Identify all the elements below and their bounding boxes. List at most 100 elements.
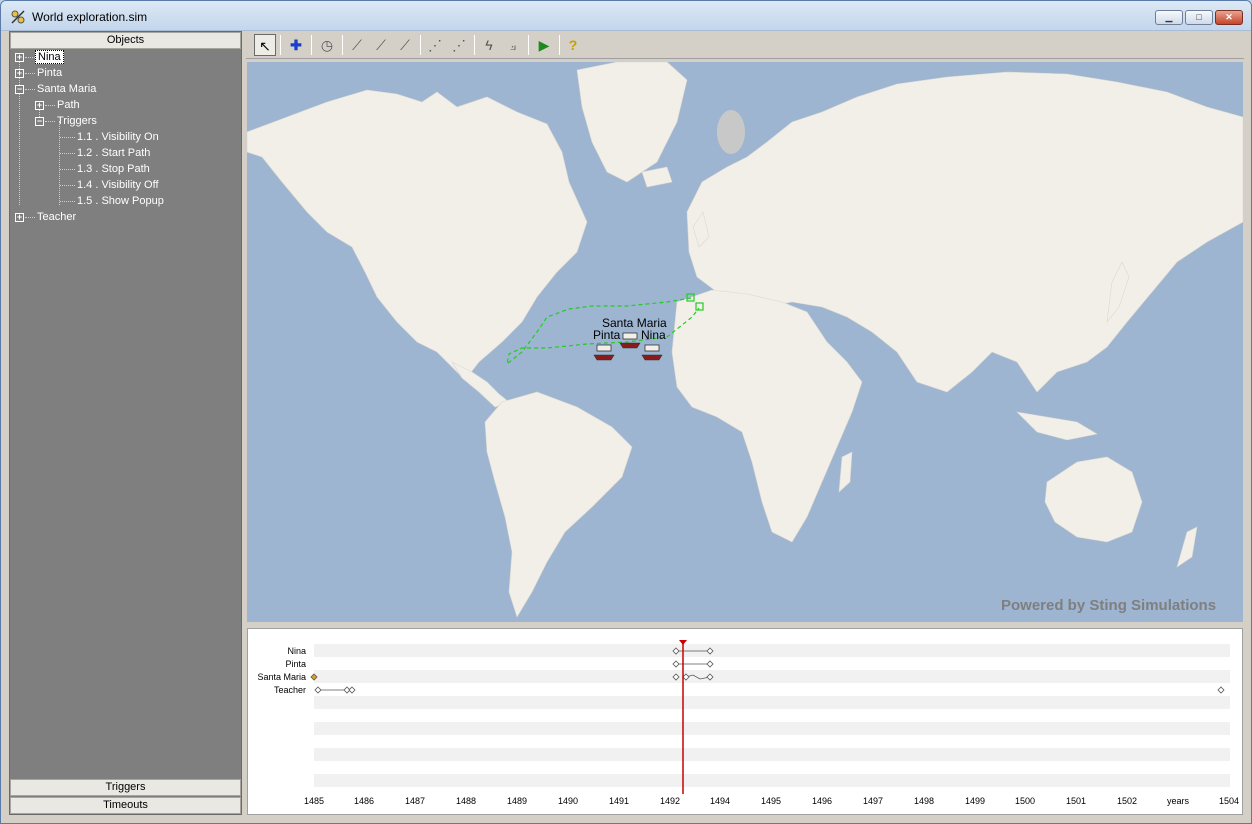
- ship-nina-icon[interactable]: [641, 344, 663, 361]
- north-america-land: [247, 89, 588, 381]
- tree-item-label: 1.2 . Start Path: [77, 147, 151, 159]
- timer-button[interactable]: ◷: [316, 34, 338, 56]
- toolbar-separator: [420, 35, 421, 55]
- tree-item-path[interactable]: Path: [55, 97, 82, 113]
- path-add-icon: ⟋: [376, 37, 386, 53]
- tree-item-triggers[interactable]: Triggers: [55, 113, 99, 129]
- timeline-year-label: 1495: [760, 796, 782, 806]
- window-title: World exploration.sim: [32, 10, 148, 24]
- select-tool-button[interactable]: ↖: [254, 34, 276, 56]
- tree-item-label: Teacher: [37, 211, 77, 223]
- ship-label-nina: Nina: [641, 328, 666, 342]
- new-zealand-land: [1176, 526, 1198, 568]
- timeline-keyframe: [706, 660, 714, 668]
- minimize-button[interactable]: ▁: [1155, 10, 1183, 25]
- add-object-button[interactable]: ✚: [285, 34, 307, 56]
- toolbar-separator: [528, 35, 529, 55]
- world-map-canvas: [247, 62, 1243, 618]
- timeline-year-label: 1498: [913, 796, 935, 806]
- timeline-year-label: 1499: [964, 796, 986, 806]
- central-america-land: [451, 361, 510, 408]
- tree-line: [45, 121, 55, 122]
- tree-item-label: Santa Maria: [37, 83, 97, 95]
- timeline-keyframe: [706, 673, 714, 681]
- title-bar[interactable]: World exploration.sim ▁ □ ✕: [1, 1, 1251, 31]
- timeline-canvas: [310, 640, 1225, 794]
- triggers-tab[interactable]: Triggers: [10, 779, 241, 796]
- collapse-triggers-icon[interactable]: −: [35, 117, 44, 126]
- ship-santa-maria-icon[interactable]: [619, 332, 641, 349]
- remove-point-button[interactable]: ⋰: [448, 34, 470, 56]
- collapse-santa-maria-icon[interactable]: −: [15, 85, 24, 94]
- toolbar-separator: [559, 35, 560, 55]
- tree-item-pinta[interactable]: Pinta: [35, 65, 64, 81]
- tree-line: [25, 73, 35, 74]
- add-point-icon: ⋰: [428, 37, 442, 53]
- tree-line: [25, 89, 35, 90]
- tree-line: [25, 217, 35, 218]
- tree-item-teacher[interactable]: Teacher: [35, 209, 78, 225]
- svalbard-land: [717, 110, 745, 154]
- timeline-year-label: 1502: [1116, 796, 1138, 806]
- timeline-year-label: 1494: [709, 796, 731, 806]
- tree-item-trigger-start-path[interactable]: 1.2 . Start Path: [75, 145, 152, 161]
- timeline-year-label: 1490: [557, 796, 579, 806]
- lightning-button[interactable]: ϟ: [478, 34, 500, 56]
- timeline-keyframe: [348, 686, 356, 694]
- timeouts-tab[interactable]: Timeouts: [10, 797, 241, 814]
- add-path-button-2[interactable]: ⟋: [370, 34, 392, 56]
- greenland-land: [576, 62, 688, 183]
- tree-item-label: 1.4 . Visibility Off: [77, 179, 159, 191]
- help-button[interactable]: ?: [562, 34, 584, 56]
- stopwatch-icon: ◷: [320, 37, 334, 53]
- timeline-year-label: 1491: [608, 796, 630, 806]
- timeline-year-label: 1487: [404, 796, 426, 806]
- world-map[interactable]: Santa Maria Pinta Nina Powered by Sting …: [247, 62, 1243, 622]
- expand-nina-icon[interactable]: +: [15, 53, 24, 62]
- timeline-year-label: 1485: [303, 796, 325, 806]
- expand-path-icon[interactable]: +: [35, 101, 44, 110]
- tree-item-nina[interactable]: Nina: [35, 49, 64, 65]
- lightbulb-icon: ?: [568, 37, 578, 53]
- tree-item-trigger-visibility-on[interactable]: 1.1 . Visibility On: [75, 129, 161, 145]
- play-button[interactable]: ▶: [533, 34, 555, 56]
- objects-panel: Objects + Nina + Pinta − Santa Maria + P…: [9, 31, 242, 815]
- timeline-keyframe: [682, 673, 690, 681]
- add-path-button-1[interactable]: ⟋: [346, 34, 368, 56]
- toolbar-separator: [280, 35, 281, 55]
- timeline-year-label: 1497: [862, 796, 884, 806]
- timeline-year-label: 1501: [1065, 796, 1087, 806]
- tree-item-label: Triggers: [57, 115, 97, 127]
- tree-item-label: 1.1 . Visibility On: [77, 131, 159, 143]
- timeline-panel[interactable]: Nina Pinta Santa Maria Teacher 1485 1486…: [247, 628, 1243, 815]
- app-icon: [11, 10, 25, 24]
- tree-item-label: 1.5 . Show Popup: [77, 195, 164, 207]
- tree-item-trigger-show-popup[interactable]: 1.5 . Show Popup: [75, 193, 166, 209]
- add-path-button-3[interactable]: ⟋: [394, 34, 416, 56]
- tree-line: [60, 185, 75, 186]
- timeline-keyframe: [672, 660, 680, 668]
- tree-item-trigger-visibility-off[interactable]: 1.4 . Visibility Off: [75, 177, 161, 193]
- objects-header[interactable]: Objects: [10, 32, 241, 49]
- lightning-icon: ϟ: [485, 37, 493, 53]
- path-add-icon: ⟋: [352, 37, 362, 53]
- timeline-keyframe: [672, 673, 680, 681]
- expand-teacher-icon[interactable]: +: [15, 213, 24, 222]
- timeline-year-label: years: [1166, 796, 1189, 806]
- connect-button[interactable]: ⟓: [502, 34, 524, 56]
- tree-item-trigger-stop-path[interactable]: 1.3 . Stop Path: [75, 161, 152, 177]
- timeline-year-label: 1496: [811, 796, 833, 806]
- timeline-marker-head: [679, 640, 687, 645]
- toolbar-separator: [342, 35, 343, 55]
- ship-label-pinta: Pinta: [593, 328, 621, 342]
- add-point-button[interactable]: ⋰: [424, 34, 446, 56]
- maximize-button[interactable]: □: [1185, 10, 1213, 25]
- close-button[interactable]: ✕: [1215, 10, 1243, 25]
- expand-pinta-icon[interactable]: +: [15, 69, 24, 78]
- tree-line: [59, 121, 60, 205]
- tree-item-santa-maria[interactable]: Santa Maria: [35, 81, 98, 97]
- tree-line: [19, 57, 20, 205]
- ship-pinta-icon[interactable]: [593, 344, 615, 361]
- toolbar-separator: [311, 35, 312, 55]
- tree-line: [60, 137, 75, 138]
